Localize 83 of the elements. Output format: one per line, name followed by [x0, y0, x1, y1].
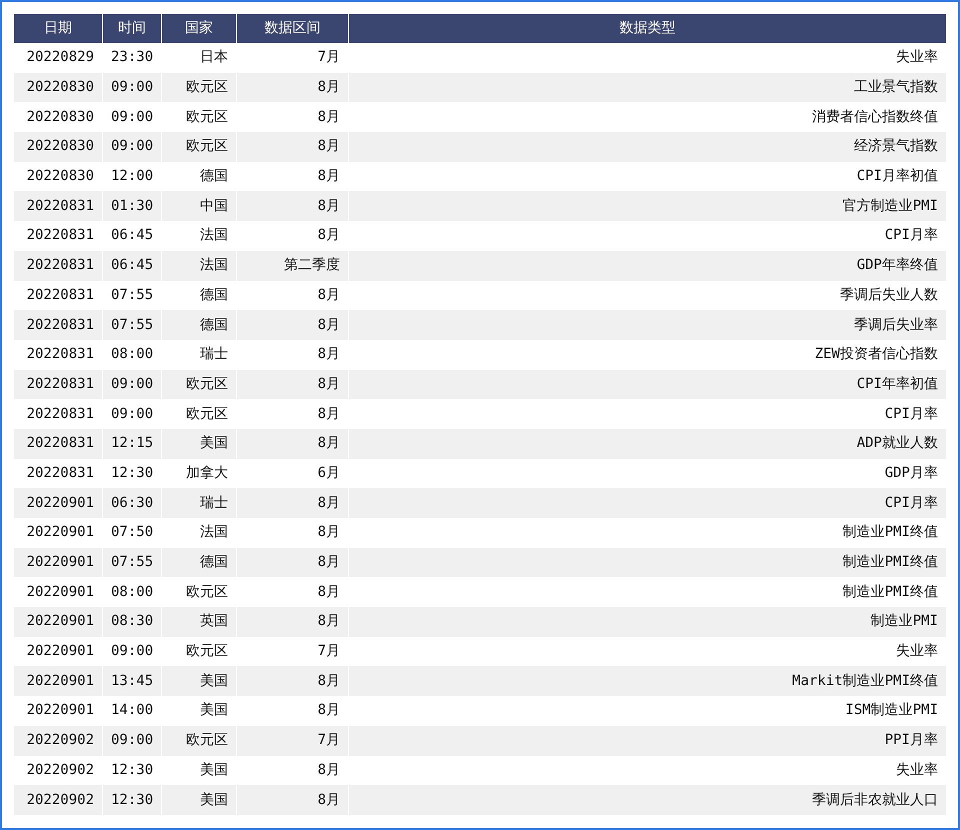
table-cell: 20220902: [14, 726, 103, 756]
table-cell: 8月: [237, 548, 349, 578]
table-cell: 8月: [237, 607, 349, 637]
table-cell-text: 制造业PMI终值: [842, 582, 939, 602]
table-cell: 官方制造业PMI: [349, 191, 946, 222]
table-cell: 工业景气指数: [349, 72, 946, 102]
table-cell: 8月: [237, 428, 349, 459]
table-cell: 中国: [162, 191, 237, 222]
table-cell: 欧元区: [162, 72, 237, 102]
table-cell-text: CPI月率初值: [856, 167, 939, 186]
table-cell-text: 失业率: [895, 760, 939, 780]
table-cell-text: 季调后失业人数: [839, 286, 939, 305]
table-cell: 制造业PMI终值: [349, 548, 946, 578]
column-header: 国家: [162, 14, 237, 43]
table-cell: CPI月率: [349, 488, 946, 518]
table-cell: 制造业PMI: [349, 607, 946, 637]
table-cell: 09:00: [103, 72, 162, 102]
table-cell: 09:00: [103, 370, 162, 400]
table-cell: 8月: [237, 488, 349, 518]
table-cell: GDP年率终值: [349, 250, 946, 280]
table-cell: Markit制造业PMI终值: [349, 666, 946, 696]
table-cell: 第二季度: [237, 250, 349, 280]
table-cell: 英国: [162, 607, 237, 637]
table-cell-text: 消费者信心指数终值: [811, 108, 939, 127]
table-cell-text: CPI月率: [884, 226, 939, 246]
table-cell-text: ISM制造业PMI: [844, 701, 939, 720]
table-cell: 7月: [237, 726, 349, 756]
table-cell: 8月: [237, 370, 349, 400]
table-cell: 09:00: [103, 726, 162, 756]
table-cell: 8月: [237, 72, 349, 102]
table-cell: 06:45: [103, 250, 162, 280]
table-cell: 20220902: [14, 785, 103, 815]
table-cell: 07:55: [103, 548, 162, 578]
table-cell: 09:00: [103, 132, 162, 162]
table-cell: 欧元区: [162, 370, 237, 400]
table-cell: 20220830: [14, 132, 103, 162]
table-cell: 13:45: [103, 666, 162, 696]
table-cell: 8月: [237, 310, 349, 340]
table-cell: 20220901: [14, 548, 103, 578]
table-cell: 20220831: [14, 191, 103, 222]
table-cell: 07:55: [103, 310, 162, 340]
table-cell: ADP就业人数: [349, 428, 946, 459]
table-cell: 欧元区: [162, 132, 237, 162]
table-cell: 美国: [162, 785, 237, 815]
table-cell: 8月: [237, 191, 349, 222]
table-cell: 20220901: [14, 666, 103, 696]
table-cell: 经济景气指数: [349, 132, 946, 162]
table-cell-text: 失业率: [895, 642, 939, 662]
table-cell: 美国: [162, 428, 237, 459]
table-cell: 20220901: [14, 488, 103, 518]
column-header: 数据区间: [237, 14, 349, 43]
table-cell: CPI年率初值: [349, 370, 946, 400]
table-cell: 08:30: [103, 607, 162, 637]
table-cell: PPI月率: [349, 726, 946, 756]
column-header: 日期: [14, 14, 103, 43]
table-cell: 20220831: [14, 250, 103, 280]
table-cell: 美国: [162, 666, 237, 696]
table-cell: 瑞士: [162, 488, 237, 518]
table-cell: 20220831: [14, 310, 103, 340]
table-cell: 01:30: [103, 191, 162, 222]
table-cell: 欧元区: [162, 726, 237, 756]
column-header: 时间: [103, 14, 162, 43]
table-cell: 季调后失业率: [349, 310, 946, 340]
table-cell: 8月: [237, 785, 349, 815]
table-cell: 季调后非农就业人口: [349, 785, 946, 815]
table-cell: 法国: [162, 250, 237, 280]
table-cell: 20220831: [14, 428, 103, 459]
table-cell: 8月: [237, 132, 349, 162]
table-cell-text: CPI月率: [884, 404, 939, 424]
table-cell-text: 制造业PMI终值: [842, 523, 939, 542]
table-cell: 20220901: [14, 607, 103, 637]
table-cell: 20220831: [14, 370, 103, 400]
table-cell: 德国: [162, 310, 237, 340]
table-cell-text: ZEW投资者信心指数: [814, 345, 939, 364]
table-cell: 12:30: [103, 785, 162, 815]
table-cell: 20220830: [14, 72, 103, 102]
table-cell-text: 失业率: [895, 48, 939, 68]
table-cell: 德国: [162, 548, 237, 578]
table-cell: 12:15: [103, 428, 162, 459]
table-cell-text: GDP月率: [884, 464, 939, 483]
table-cell: 06:30: [103, 488, 162, 518]
table-cell: 8月: [237, 666, 349, 696]
column-header: 数据类型: [349, 14, 946, 43]
